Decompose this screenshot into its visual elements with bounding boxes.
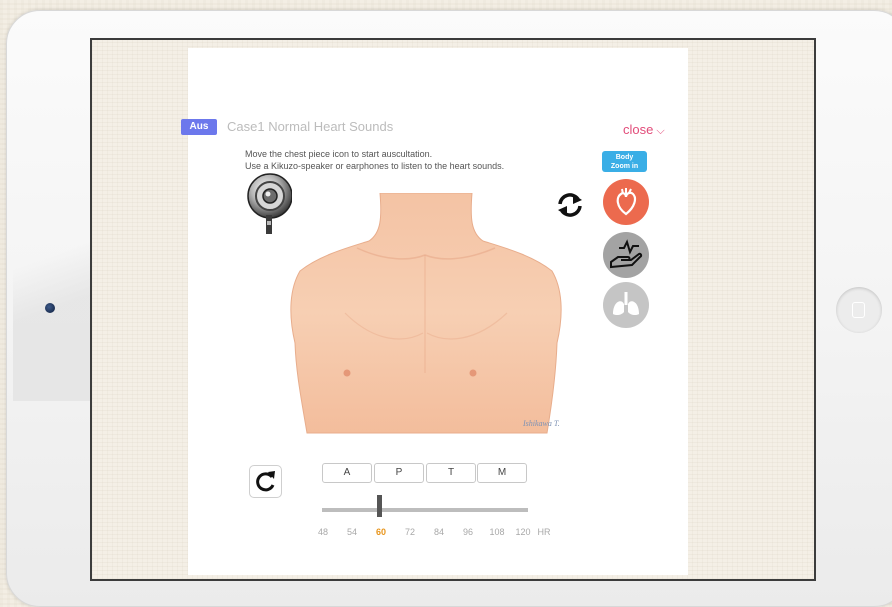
hr-tick: 120 xyxy=(515,527,531,537)
home-button-icon xyxy=(852,302,865,318)
hr-unit-label: HR xyxy=(537,527,551,537)
reset-button[interactable] xyxy=(249,465,282,498)
lungs-mode-button[interactable] xyxy=(603,282,649,328)
instruction-line-2: Use a Kikuzo-speaker or earphones to lis… xyxy=(245,161,505,171)
heart-rate-scale: 48 54 60 72 84 96 108 120 HR xyxy=(188,527,688,539)
hr-tick: 96 xyxy=(462,527,474,537)
heart-rate-slider-track[interactable] xyxy=(322,508,528,512)
body-zoom-in-button[interactable]: Body Zoom in xyxy=(602,151,647,172)
front-camera xyxy=(45,303,55,313)
tab-pulmonic[interactable]: P xyxy=(374,463,424,483)
hr-tick: 84 xyxy=(433,527,445,537)
hr-tick: 54 xyxy=(346,527,358,537)
instructions: Move the chest piece icon to start auscu… xyxy=(245,148,504,172)
pulse-mode-button[interactable] xyxy=(603,232,649,278)
torso-illustration: Ishikawa T. xyxy=(290,193,562,434)
chevron-down-icon: ⌵ xyxy=(656,125,665,137)
lungs-icon xyxy=(613,292,639,316)
hr-tick: 108 xyxy=(489,527,505,537)
mode-badge: Aus xyxy=(181,119,217,135)
hr-tick: 48 xyxy=(317,527,329,537)
tablet-glare xyxy=(13,161,97,401)
hr-tick-selected: 60 xyxy=(375,527,387,537)
heart-icon xyxy=(616,188,637,216)
tab-aortic[interactable]: A xyxy=(322,463,372,483)
auscultation-panel: Aus Case1 Normal Heart Sounds close ⌵ Mov… xyxy=(181,48,688,575)
heart-mode-button[interactable] xyxy=(603,179,649,225)
close-button[interactable]: close ⌵ xyxy=(623,122,665,138)
tab-tricuspid[interactable]: T xyxy=(426,463,476,483)
zoom-label-line-1: Body xyxy=(615,154,634,161)
illustration-signature: Ishikawa T. xyxy=(522,419,560,428)
heart-rate-slider-thumb[interactable] xyxy=(377,495,382,517)
tab-mitral[interactable]: M xyxy=(477,463,527,483)
app-screen: Aus Case1 Normal Heart Sounds close ⌵ Mov… xyxy=(90,38,816,581)
rotate-icon xyxy=(256,471,275,492)
hr-tick: 72 xyxy=(404,527,416,537)
hand-pulse-icon xyxy=(610,239,643,269)
case-title: Case1 Normal Heart Sounds xyxy=(227,119,394,134)
close-label: close xyxy=(623,122,654,137)
zoom-label-line-2: Zoom in xyxy=(610,163,639,170)
instruction-line-1: Move the chest piece icon to start auscu… xyxy=(245,149,433,159)
home-button[interactable] xyxy=(836,287,882,333)
